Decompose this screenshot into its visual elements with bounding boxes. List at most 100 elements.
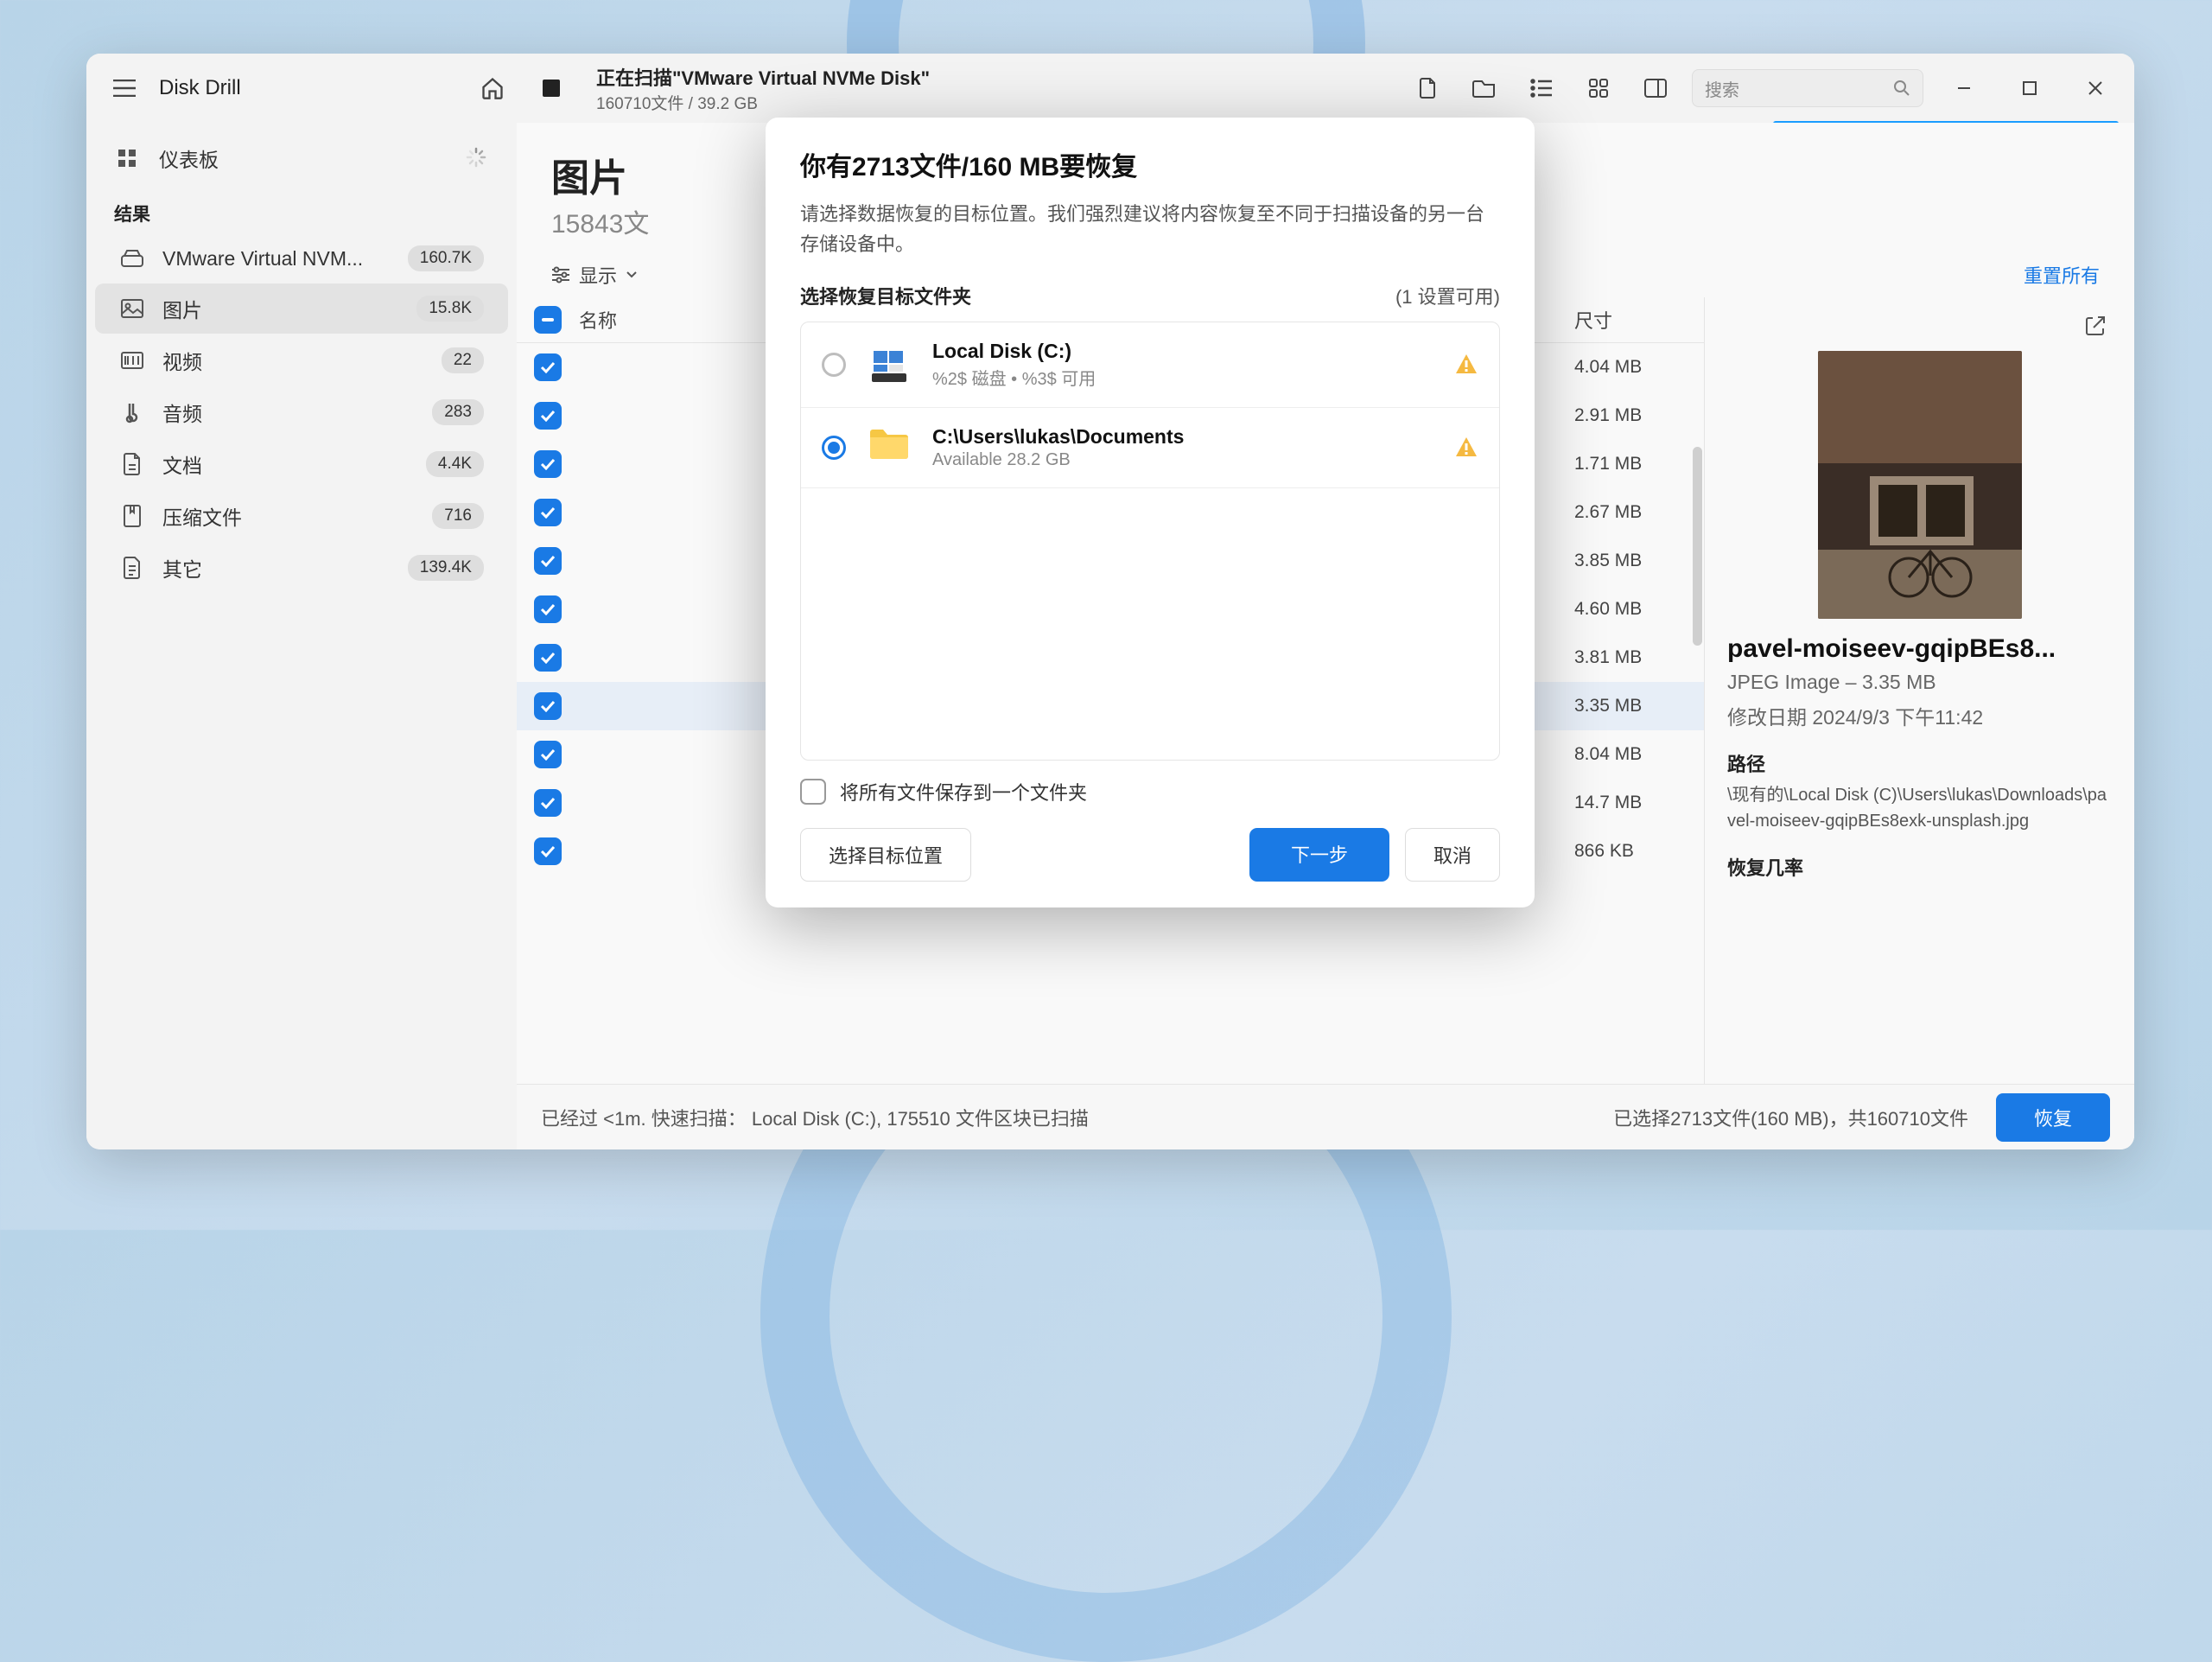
row-size: 3.35 MB (1574, 696, 1687, 716)
row-size: 4.04 MB (1574, 357, 1687, 378)
maximize-button[interactable] (2005, 63, 2055, 113)
recover-button[interactable]: 恢复 (1996, 1093, 2110, 1142)
filter-icon (551, 266, 570, 283)
home-icon[interactable] (472, 67, 513, 109)
sidebar-item-label: 图片 (162, 294, 202, 323)
sidebar-item-label: 文档 (162, 449, 202, 479)
sidebar-item-badge: 22 (442, 347, 484, 373)
row-checkbox[interactable] (534, 499, 562, 526)
sidebar-section-results: 结果 (86, 185, 517, 233)
row-size: 2.67 MB (1574, 502, 1687, 523)
row-checkbox[interactable] (534, 789, 562, 817)
preview-type-size: JPEG Image – 3.35 MB (1727, 671, 2112, 694)
scan-status-title: 正在扫描"VMware Virtual NVMe Disk" (596, 63, 930, 91)
hamburger-icon[interactable] (111, 74, 138, 102)
row-checkbox[interactable] (534, 450, 562, 478)
row-checkbox[interactable] (534, 644, 562, 672)
content-title: 图片 (551, 147, 627, 202)
row-size: 1.71 MB (1574, 454, 1687, 474)
sidebar: 仪表板 结果 VMware Virtual NVM... 160.7K 图片 1… (86, 123, 517, 1149)
scrollbar[interactable] (1693, 447, 1702, 646)
destination-sub: %2$ 磁盘 • %3$ 可用 (932, 365, 1432, 390)
row-checkbox[interactable] (534, 741, 562, 768)
folder-icon (868, 427, 910, 468)
file-view-icon[interactable] (1407, 67, 1448, 109)
row-checkbox[interactable] (534, 547, 562, 575)
sidebar-item-1[interactable]: 图片 15.8K (95, 283, 508, 334)
grid-view-icon[interactable] (1578, 67, 1619, 109)
destination-radio[interactable] (822, 353, 846, 377)
save-one-folder-checkbox[interactable] (800, 779, 826, 805)
preview-chance-label: 恢复几率 (1727, 853, 2112, 881)
stop-scan-button[interactable] (531, 67, 572, 109)
preview-filename: pavel-moiseev-gqipBEs8... (1727, 634, 2112, 664)
sidebar-item-badge: 283 (432, 399, 484, 425)
row-checkbox[interactable] (534, 402, 562, 430)
select-all-checkbox[interactable] (534, 306, 562, 334)
destination-row[interactable]: C:\Users\lukas\Documents Available 28.2 … (801, 408, 1499, 488)
search-input[interactable]: 搜索 (1692, 69, 1923, 107)
sidebar-item-5[interactable]: 压缩文件 716 (95, 491, 508, 541)
sidebar-item-badge: 139.4K (408, 555, 484, 581)
scan-status-sub: 160710文件 / 39.2 GB (596, 91, 930, 114)
sidebar-dashboard-label: 仪表板 (159, 143, 219, 173)
sidebar-item-3[interactable]: 音频 283 (95, 387, 508, 437)
close-button[interactable] (2070, 63, 2120, 113)
dest-header-label: 选择恢复目标文件夹 (800, 282, 971, 309)
footer-bar: 已经过 <1m. 快速扫描： Local Disk (C:), 175510 文… (517, 1084, 2134, 1149)
modal-description: 请选择数据恢复的目标位置。我们强烈建议将内容恢复至不同于扫描设备的另一台存储设备… (800, 199, 1500, 259)
folder-view-icon[interactable] (1464, 67, 1505, 109)
sidebar-item-icon (119, 503, 145, 529)
warning-icon (1454, 436, 1478, 460)
modal-title: 你有2713文件/160 MB要恢复 (800, 145, 1500, 183)
sidebar-item-0[interactable]: VMware Virtual NVM... 160.7K (95, 235, 508, 282)
choose-location-button[interactable]: 选择目标位置 (800, 828, 971, 882)
footer-elapsed: 已经过 <1m. 快速扫描： Local Disk (C:), 175510 文… (541, 1104, 1613, 1131)
sidebar-item-label: 视频 (162, 346, 202, 375)
row-size: 2.91 MB (1574, 405, 1687, 426)
open-external-icon[interactable] (2084, 315, 2112, 342)
destination-row[interactable]: Local Disk (C:) %2$ 磁盘 • %3$ 可用 (801, 322, 1499, 408)
sidebar-item-label: 音频 (162, 398, 202, 427)
list-view-icon[interactable] (1521, 67, 1562, 109)
titlebar: Disk Drill 正在扫描"VMware Virtual NVMe Disk… (86, 54, 2134, 123)
preview-panel: pavel-moiseev-gqipBEs8... JPEG Image – 3… (1704, 297, 2134, 1084)
sidebar-item-icon (119, 555, 145, 581)
destination-name: C:\Users\lukas\Documents (932, 425, 1432, 449)
column-size[interactable]: 尺寸 (1574, 306, 1687, 334)
row-checkbox[interactable] (534, 595, 562, 623)
filter-label: 显示 (579, 261, 617, 289)
panel-toggle-icon[interactable] (1635, 67, 1676, 109)
sidebar-item-6[interactable]: 其它 139.4K (95, 543, 508, 593)
row-checkbox[interactable] (534, 692, 562, 720)
footer-selected: 已选择2713文件(160 MB)，共160710文件 (1613, 1104, 1968, 1131)
reset-all-button[interactable]: 重置所有 (2024, 261, 2100, 289)
chevron-down-icon (626, 271, 638, 279)
sidebar-item-4[interactable]: 文档 4.4K (95, 439, 508, 489)
sidebar-item-2[interactable]: 视频 22 (95, 335, 508, 385)
sidebar-item-badge: 716 (432, 503, 484, 529)
sidebar-item-badge: 160.7K (408, 245, 484, 271)
row-checkbox[interactable] (534, 837, 562, 865)
row-size: 3.85 MB (1574, 551, 1687, 571)
row-size: 8.04 MB (1574, 744, 1687, 765)
sidebar-dashboard[interactable]: 仪表板 (86, 131, 517, 185)
sidebar-item-icon (119, 347, 145, 373)
filter-button[interactable]: 显示 (551, 261, 638, 289)
next-button[interactable]: 下一步 (1249, 828, 1389, 882)
preview-path-label: 路径 (1727, 749, 2112, 777)
sidebar-item-badge: 15.8K (416, 296, 484, 322)
dashboard-icon (114, 145, 140, 171)
sidebar-item-label: VMware Virtual NVM... (162, 247, 363, 271)
preview-modified: 修改日期 2024/9/3 下午11:42 (1727, 701, 2112, 730)
destination-list: Local Disk (C:) %2$ 磁盘 • %3$ 可用 C:\Users… (800, 322, 1500, 761)
destination-radio[interactable] (822, 436, 846, 460)
preview-path-value: \现有的\Local Disk (C)\Users\lukas\Download… (1727, 782, 2112, 834)
sidebar-item-icon (119, 451, 145, 477)
row-checkbox[interactable] (534, 353, 562, 381)
row-size: 3.81 MB (1574, 647, 1687, 668)
search-placeholder: 搜索 (1705, 76, 1893, 101)
minimize-button[interactable] (1939, 63, 1989, 113)
sidebar-item-label: 压缩文件 (162, 501, 242, 531)
cancel-button[interactable]: 取消 (1405, 828, 1500, 882)
